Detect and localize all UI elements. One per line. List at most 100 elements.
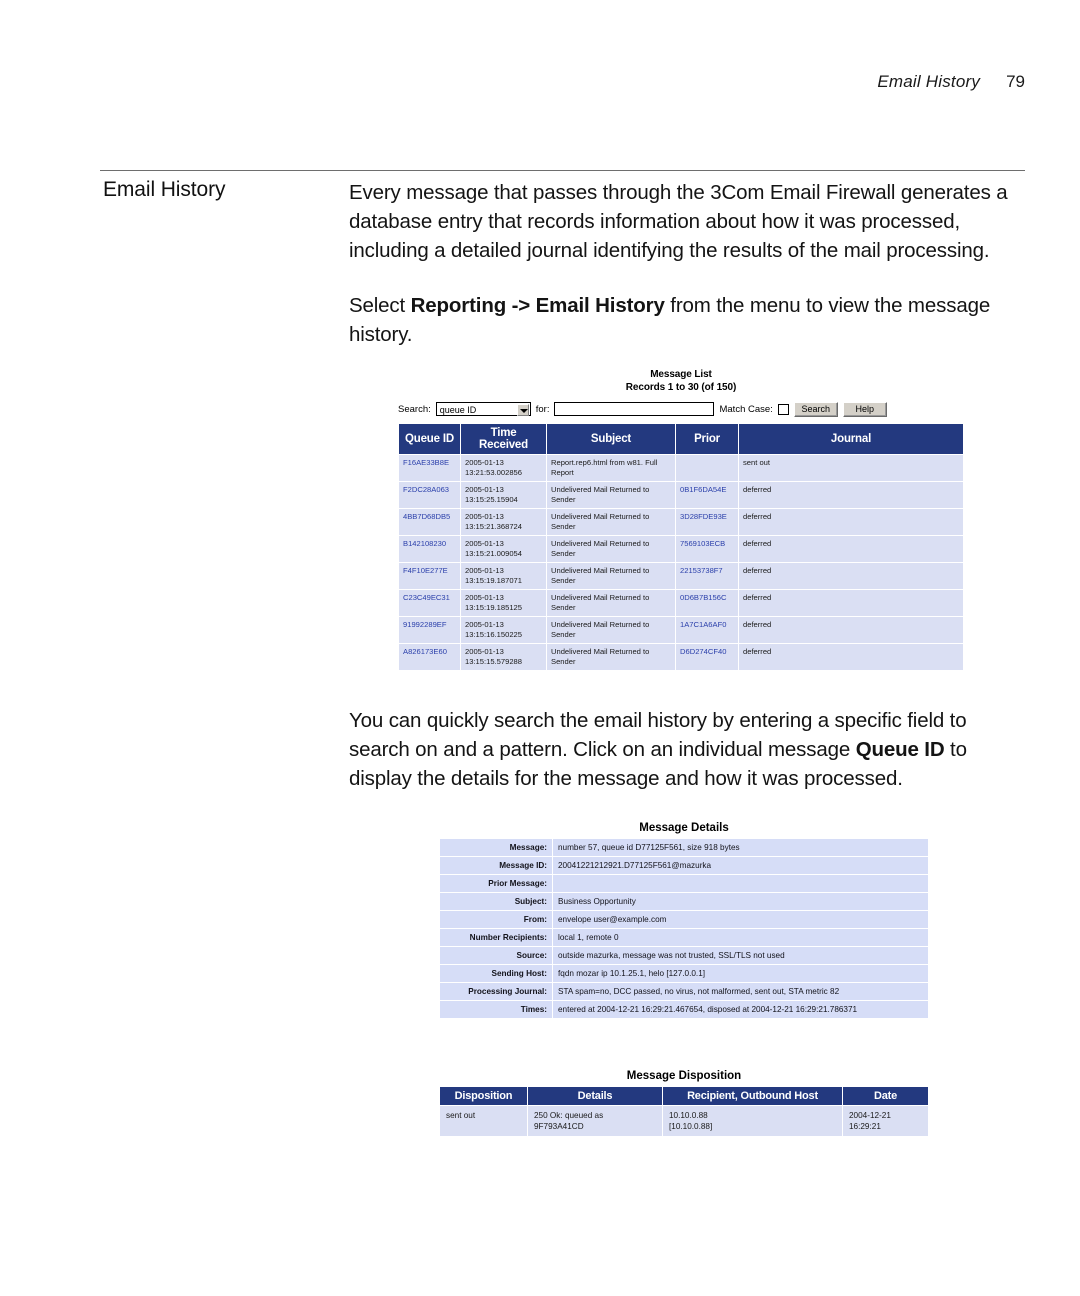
table-row[interactable]: 4BB7D68DB5 2005-01-13 13:15:21.368724 Un… [398, 508, 964, 536]
cell-subject: Undelivered Mail Returned to Sender [546, 535, 676, 563]
cell-journal: deferred [738, 508, 964, 536]
column-header-recipient-outbound-host[interactable]: Recipient, Outbound Host [662, 1086, 843, 1106]
table-row[interactable]: F2DC28A063 2005-01-13 13:15:25.15904 Und… [398, 481, 964, 509]
detail-row: Message: number 57, queue id D77125F561,… [439, 838, 929, 857]
column-header-journal[interactable]: Journal [738, 423, 964, 455]
cell-prior[interactable] [675, 454, 739, 482]
detail-label-source: Source: [439, 946, 553, 965]
cell-prior[interactable]: 0D6B7B156C [675, 589, 739, 617]
detail-row: From: envelope user@example.com [439, 910, 929, 929]
detail-value-subject: Business Opportunity [552, 892, 929, 911]
table-row[interactable]: A826173E60 2005-01-13 13:15:15.579288 Un… [398, 643, 964, 671]
paragraph-intro: Every message that passes through the 3C… [349, 181, 1008, 262]
match-case-label: Match Case: [719, 403, 773, 415]
cell-queue-id[interactable]: 91992289EF [398, 616, 461, 644]
column-header-subject[interactable]: Subject [546, 423, 676, 455]
table-row[interactable]: C23C49EC31 2005-01-13 13:15:19.185125 Un… [398, 589, 964, 617]
cell-prior[interactable]: D6D274CF40 [675, 643, 739, 671]
detail-label-processing-journal: Processing Journal: [439, 982, 553, 1001]
detail-row: Number Recipients: local 1, remote 0 [439, 928, 929, 947]
cell-queue-id[interactable]: F2DC28A063 [398, 481, 461, 509]
cell-queue-id[interactable]: C23C49EC31 [398, 589, 461, 617]
message-list-screenshot: Message List Records 1 to 30 (of 150) Se… [398, 368, 964, 671]
cell-subject: Undelivered Mail Returned to Sender [546, 616, 676, 644]
cell-journal: deferred [738, 481, 964, 509]
match-case-checkbox[interactable] [777, 403, 789, 415]
cell-prior[interactable]: 0B1F6DA54E [675, 481, 739, 509]
detail-row: Message ID: 20041221212921.D77125F561@ma… [439, 856, 929, 875]
search-field-select[interactable]: queue ID [435, 402, 531, 416]
section-heading: Email History [103, 178, 226, 201]
para2-bold-path: Reporting -> Email History [410, 294, 665, 317]
detail-row: Source: outside mazurka, message was not… [439, 946, 929, 965]
cell-subject: Report.rep6.html from w81. Full Report [546, 454, 676, 482]
cell-prior[interactable]: 7569103ECB [675, 535, 739, 563]
message-disposition-screenshot: Message Disposition Disposition Details … [439, 1070, 929, 1137]
cell-subject: Undelivered Mail Returned to Sender [546, 481, 676, 509]
table-row[interactable]: F16AE33B8E 2005-01-13 13:21:53.002856 Re… [398, 454, 964, 482]
detail-row: Processing Journal: STA spam=no, DCC pas… [439, 982, 929, 1001]
cell-journal: deferred [738, 643, 964, 671]
message-list-search-toolbar: Search: queue ID for: Match Case: Search… [398, 399, 964, 419]
column-header-date[interactable]: Date [842, 1086, 929, 1106]
table-row[interactable]: F4F10E277E 2005-01-13 13:15:19.187071 Un… [398, 562, 964, 590]
disposition-header-row: Disposition Details Recipient, Outbound … [439, 1086, 929, 1106]
cell-subject: Undelivered Mail Returned to Sender [546, 562, 676, 590]
message-list-title: Message List [650, 369, 712, 380]
cell-queue-id[interactable]: 4BB7D68DB5 [398, 508, 461, 536]
column-header-details[interactable]: Details [527, 1086, 663, 1106]
search-label: Search: [398, 403, 431, 415]
detail-value-source: outside mazurka, message was not trusted… [552, 946, 929, 965]
detail-label-number-recipients: Number Recipients: [439, 928, 553, 947]
message-disposition-title: Message Disposition [626, 1070, 742, 1082]
chevron-down-icon[interactable] [516, 404, 529, 416]
paragraph-select-menu: Select Reporting -> Email History from t… [349, 291, 1025, 349]
detail-row: Subject: Business Opportunity [439, 892, 929, 911]
detail-value-sending-host: fqdn mozar ip 10.1.25.1, helo [127.0.0.1… [552, 964, 929, 983]
detail-value-times: entered at 2004-12-21 16:29:21.467654, d… [552, 1000, 929, 1019]
detail-value-from: envelope user@example.com [552, 910, 929, 929]
cell-time-received: 2005-01-13 13:21:53.002856 [460, 454, 547, 482]
table-row[interactable]: B142108230 2005-01-13 13:15:21.009054 Un… [398, 535, 964, 563]
header-divider-rule [100, 170, 1025, 171]
cell-time-received: 2005-01-13 13:15:21.368724 [460, 508, 547, 536]
cell-prior[interactable]: 1A7C1A6AF0 [675, 616, 739, 644]
detail-label-message-id: Message ID: [439, 856, 553, 875]
detail-label-from: From: [439, 910, 553, 929]
message-list-record-count: Records 1 to 30 (of 150) [625, 382, 737, 393]
cell-details: 250 Ok: queued as 9F793A41CD [527, 1105, 663, 1137]
para3-bold-queue-id: Queue ID [855, 738, 945, 761]
cell-journal: sent out [738, 454, 964, 482]
column-header-prior[interactable]: Prior [675, 423, 739, 455]
cell-date: 2004-12-21 16:29:21 [842, 1105, 929, 1137]
body-text-block-bottom: You can quickly search the email history… [349, 706, 1025, 793]
search-button[interactable]: Search [793, 401, 838, 417]
cell-queue-id[interactable]: F4F10E277E [398, 562, 461, 590]
table-row[interactable]: 91992289EF 2005-01-13 13:15:16.150225 Un… [398, 616, 964, 644]
para2-prefix: Select [349, 294, 411, 317]
running-header: Email History 79 [877, 72, 1025, 92]
page-number: 79 [1006, 72, 1025, 91]
detail-row: Prior Message: [439, 874, 929, 893]
cell-prior[interactable]: 22153738F7 [675, 562, 739, 590]
cell-journal: deferred [738, 589, 964, 617]
column-header-disposition[interactable]: Disposition [439, 1086, 528, 1106]
help-button[interactable]: Help [842, 401, 887, 417]
search-pattern-input[interactable] [554, 402, 715, 416]
cell-time-received: 2005-01-13 13:15:15.579288 [460, 643, 547, 671]
cell-journal: deferred [738, 616, 964, 644]
search-field-select-value: queue ID [439, 405, 477, 415]
cell-disposition: sent out [439, 1105, 528, 1137]
detail-value-message: number 57, queue id D77125F561, size 918… [552, 838, 929, 857]
detail-value-message-id: 20041221212921.D77125F561@mazurka [552, 856, 929, 875]
column-header-queue-id[interactable]: Queue ID [398, 423, 461, 455]
cell-prior[interactable]: 3D28FDE93E [675, 508, 739, 536]
detail-value-processing-journal: STA spam=no, DCC passed, no virus, not m… [552, 982, 929, 1001]
cell-subject: Undelivered Mail Returned to Sender [546, 589, 676, 617]
detail-row: Times: entered at 2004-12-21 16:29:21.46… [439, 1000, 929, 1019]
cell-queue-id[interactable]: B142108230 [398, 535, 461, 563]
detail-value-prior-message [552, 874, 929, 893]
cell-queue-id[interactable]: A826173E60 [398, 643, 461, 671]
cell-queue-id[interactable]: F16AE33B8E [398, 454, 461, 482]
column-header-time-received[interactable]: Time Received [460, 423, 547, 455]
